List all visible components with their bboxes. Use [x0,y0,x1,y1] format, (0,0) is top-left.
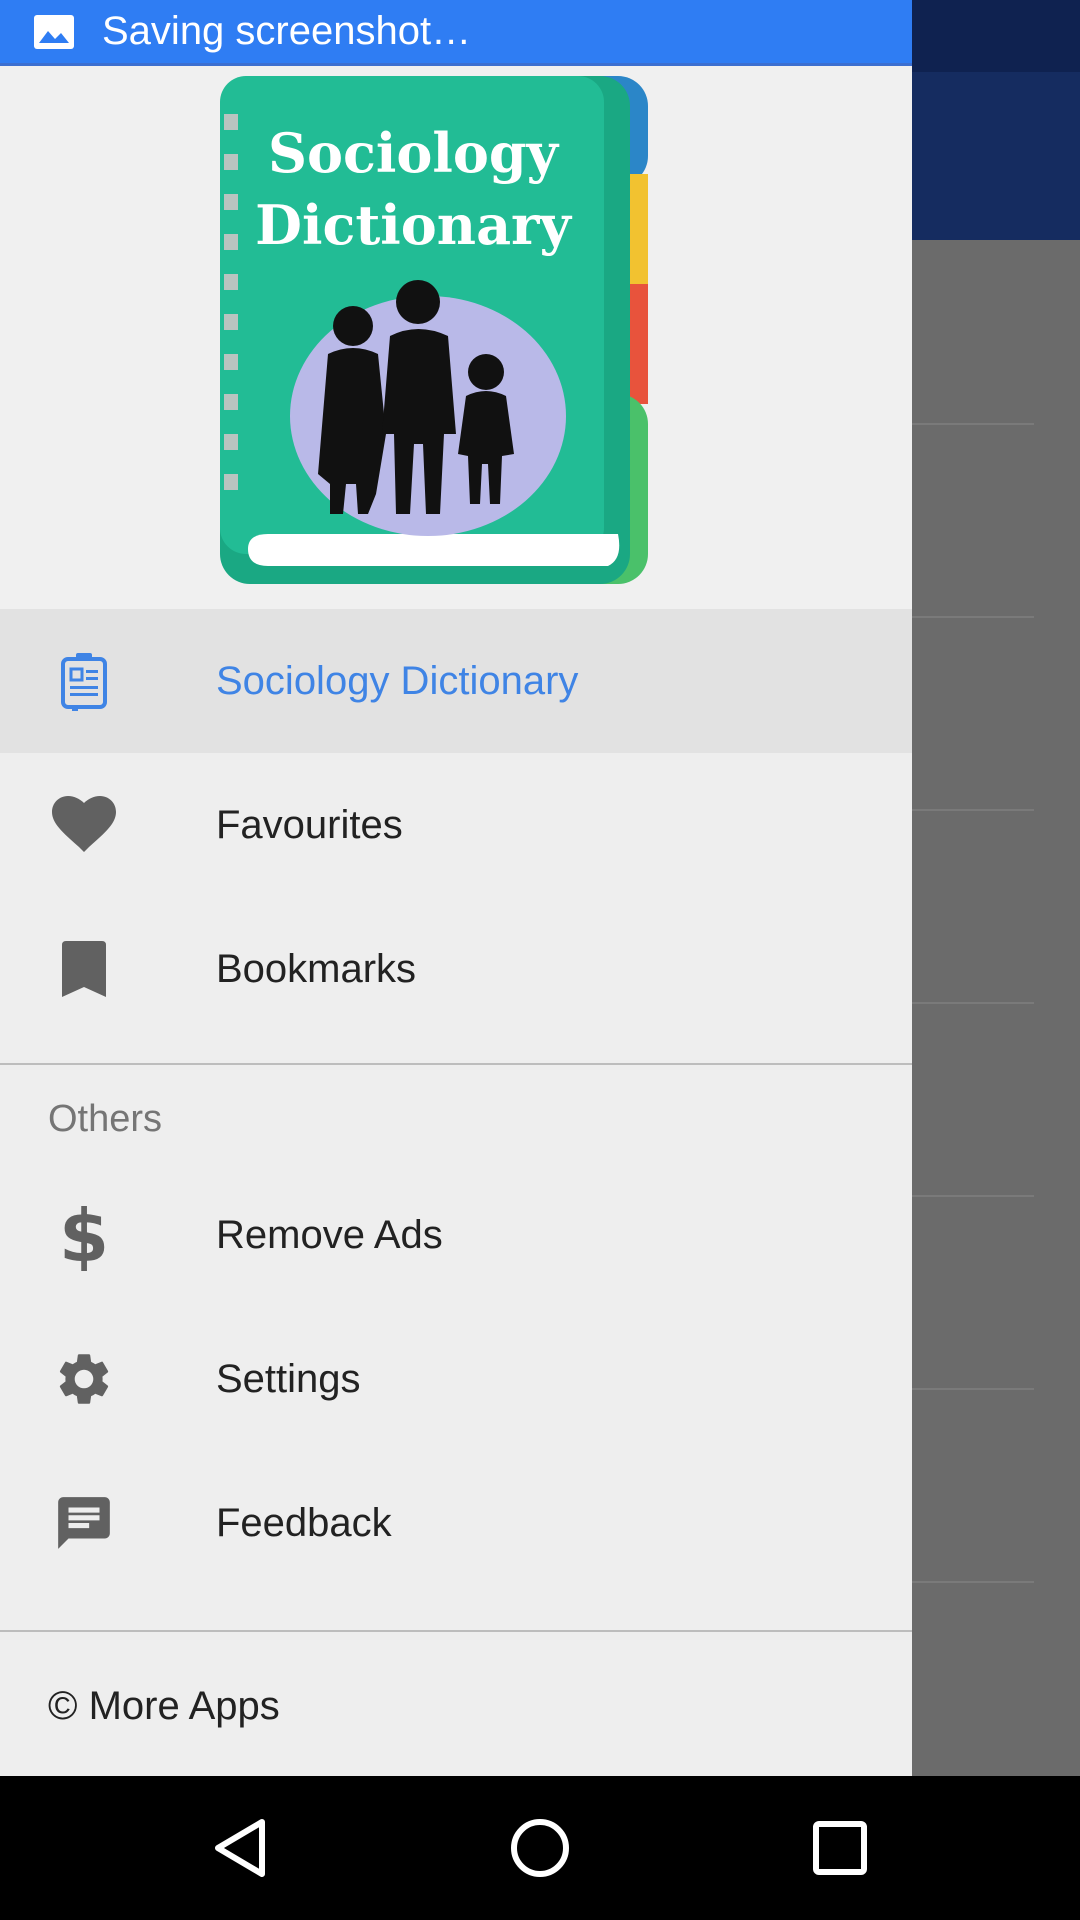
recents-button[interactable] [798,1806,882,1890]
notification-text: Saving screenshot… [102,9,472,53]
background-list-divider [912,1195,1034,1197]
drawer-item-label: Feedback [216,1500,392,1545]
navigation-drawer: Sociology Dictionary Sociology Dictionar… [0,66,912,1776]
drawer-item-label: Settings [216,1356,361,1401]
more-apps-link[interactable]: © More Apps [48,1684,280,1729]
background-list-divider [912,1581,1034,1583]
feedback-icon [48,1487,120,1559]
recents-icon [813,1821,867,1875]
background-list-divider [912,1002,1034,1004]
drawer-divider [0,1630,912,1632]
drawer-divider [0,1063,912,1065]
background-list-divider [912,1388,1034,1390]
drawer-item-label: Favourites [216,802,403,847]
logo-title-line2: Dictionary [255,193,572,257]
drawer-item-settings[interactable]: Settings [0,1307,912,1451]
drawer-item-remove-ads[interactable]: $ Remove Ads [0,1163,912,1307]
bookmark-icon [48,933,120,1005]
heart-icon [48,789,120,861]
gear-icon [48,1343,120,1415]
back-icon [215,1819,265,1877]
status-bar-notification: Saving screenshot… [0,0,912,66]
drawer-item-bookmarks[interactable]: Bookmarks [0,897,912,1041]
image-icon [34,14,74,49]
dollar-icon: $ [48,1199,120,1271]
home-button[interactable] [498,1806,582,1890]
drawer-item-label: Bookmarks [216,946,417,991]
section-title-others: Others [48,1098,163,1140]
drawer-item-label: Sociology Dictionary [216,658,579,703]
drawer-item-favourites[interactable]: Favourites [0,753,912,897]
dictionary-icon [48,645,120,717]
app-logo: Sociology Dictionary [220,76,648,584]
drawer-item-sociology-dictionary[interactable]: Sociology Dictionary [0,609,912,753]
back-button[interactable] [198,1806,282,1890]
drawer-header: Sociology Dictionary [0,66,912,609]
svg-text:$: $ [62,1199,106,1271]
system-navigation-bar [0,1776,1080,1920]
background-list-divider [912,616,1034,618]
drawer-item-feedback[interactable]: Feedback [0,1451,912,1595]
drawer-item-label: Remove Ads [216,1212,443,1257]
logo-title-line1: Sociology [268,121,560,185]
background-list-divider [912,423,1034,425]
background-list-divider [912,809,1034,811]
home-icon [511,1819,569,1877]
